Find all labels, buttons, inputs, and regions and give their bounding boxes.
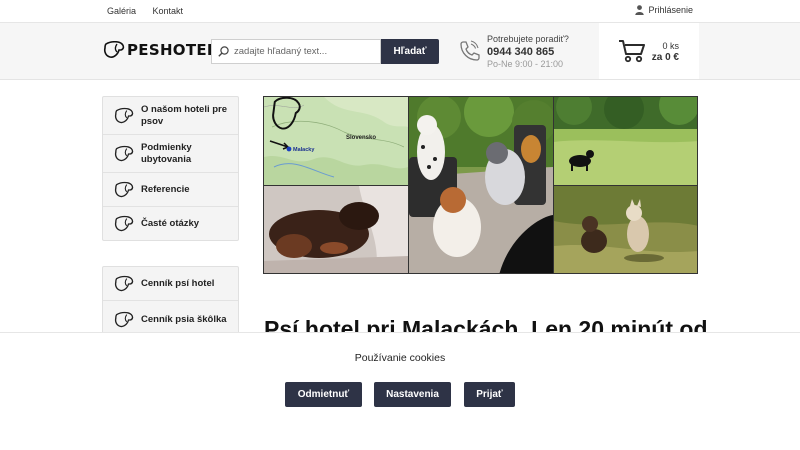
sidebar-item-references[interactable]: Referencie (103, 173, 238, 207)
nav-link-gallery[interactable]: Galéria (107, 6, 136, 16)
site-logo[interactable]: PESHOTEL (103, 41, 217, 59)
search-icon (218, 46, 229, 57)
dog-head-icon (114, 145, 134, 161)
dog-head-icon (103, 41, 125, 58)
sidebar-item-label: Cenník psia škôlka (141, 314, 227, 325)
cart-count: 0 ks (662, 41, 679, 51)
cookie-title: Používanie cookies (354, 352, 446, 364)
shepherds-photo (554, 186, 697, 273)
phone-icon (460, 40, 480, 61)
sidebar-item-label: Podmienky ubytovania (141, 141, 192, 165)
contact-phone[interactable]: 0944 340 865 (487, 46, 569, 59)
sidebar-item-label: Cenník psí hotel (141, 277, 215, 289)
contact-title: Potrebujete poradiť? (487, 34, 569, 44)
collage-divider (264, 185, 408, 186)
sidebar-menu-prices: Cenník psí hotel Cenník psia škôlka (102, 266, 239, 338)
login-link[interactable]: Prihlásenie (635, 5, 693, 15)
search-box (211, 39, 381, 64)
sidebar-item-about[interactable]: O našom hoteli pre psov (103, 97, 238, 135)
contact-text: Potrebujete poradiť? 0944 340 865 Po-Ne … (487, 33, 569, 71)
cart-text: 0 ks za 0 € (652, 41, 679, 63)
dog-meadow-photo (554, 97, 697, 185)
cart-total: za 0 € (651, 52, 679, 63)
top-nav: Galéria Kontakt (107, 6, 197, 16)
top-bar: Galéria Kontakt Prihlásenie (0, 0, 800, 23)
dog-head-icon (114, 107, 134, 123)
dogs-yard-photo (409, 97, 553, 273)
dachshund-photo (264, 186, 408, 273)
dog-head-icon (114, 275, 134, 291)
search-input[interactable] (234, 46, 374, 57)
sidebar-item-faq[interactable]: Časté otázky (103, 207, 238, 240)
contact-block: Potrebujete poradiť? 0944 340 865 Po-Ne … (458, 33, 569, 71)
cookie-accept-button[interactable]: Prijať (464, 382, 515, 407)
hero-collage: Slovensko Malacky (263, 96, 698, 274)
cart-icon (619, 40, 645, 63)
cookie-settings-button[interactable]: Nastavenia (374, 382, 451, 407)
search-form: Hľadať (211, 39, 439, 64)
sidebar-item-label: O našom hoteli pre psov (141, 103, 228, 127)
dog-head-icon (114, 215, 134, 231)
sidebar-item-label: Časté otázky (141, 217, 200, 229)
contact-hours: Po-Ne 9:00 - 21:00 (487, 59, 564, 69)
cart-widget[interactable]: 0 ks za 0 € (599, 23, 699, 79)
sidebar-item-hotel-prices[interactable]: Cenník psí hotel (103, 267, 238, 301)
dog-head-icon (114, 181, 134, 197)
dog-head-icon (114, 311, 134, 328)
logo-text: PESHOTEL (127, 41, 217, 59)
map-image: Slovensko Malacky (264, 97, 408, 185)
user-icon (635, 5, 645, 15)
collage-divider (554, 185, 697, 186)
map-label-city: Malacky (293, 147, 315, 153)
collage-divider (408, 97, 409, 273)
sidebar-item-label: Referencie (141, 183, 190, 195)
login-label: Prihlásenie (648, 5, 693, 15)
sidebar-item-conditions[interactable]: Podmienky ubytovania (103, 135, 238, 173)
sidebar-menu-info: O našom hoteli pre psov Podmienky ubytov… (102, 96, 239, 241)
search-button[interactable]: Hľadať (381, 39, 439, 64)
site-header: PESHOTEL Hľadať Potrebujete poradiť? 094… (0, 23, 800, 80)
map-label-country: Slovensko (346, 135, 376, 141)
cookie-reject-button[interactable]: Odmietnuť (285, 382, 362, 407)
nav-link-contact[interactable]: Kontakt (153, 6, 184, 16)
cookie-consent-bar: Používanie cookies Odmietnuť Nastavenia … (0, 332, 800, 450)
